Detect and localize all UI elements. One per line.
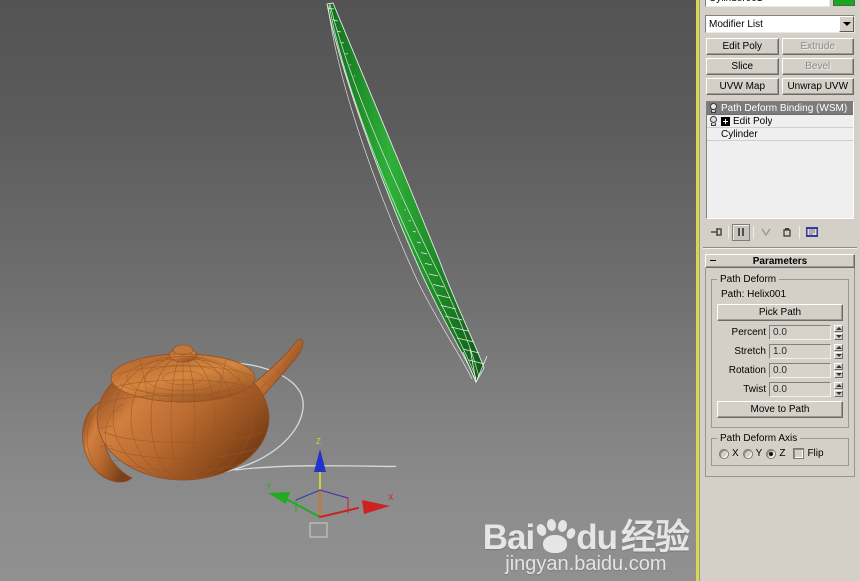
- stack-item-label: Cylinder: [721, 128, 758, 140]
- pick-path-button[interactable]: Pick Path: [717, 304, 843, 321]
- lightbulb-icon[interactable]: [709, 102, 718, 114]
- path-deform-group-label: Path Deform: [720, 274, 777, 285]
- modifier-button-bevel: Bevel: [781, 58, 854, 75]
- stack-item-label: Edit Poly: [733, 115, 773, 127]
- stretch-label: Stretch: [734, 346, 766, 357]
- parameters-rollout-header[interactable]: Parameters: [705, 254, 855, 268]
- rotation-spinner[interactable]: [834, 363, 843, 378]
- rotation-input[interactable]: 0.0: [769, 363, 831, 378]
- axis-radio-z-label: Z: [779, 448, 786, 459]
- modifier-stack-toolbar: [707, 223, 853, 241]
- modifier-button-edit-poly[interactable]: Edit Poly: [706, 38, 779, 55]
- percent-input[interactable]: 0.0: [769, 325, 831, 340]
- stretch-row: Stretch 1.0: [717, 344, 843, 359]
- radio-dot-icon: [742, 448, 753, 459]
- teapot-object: [82, 338, 304, 483]
- flip-label: Flip: [807, 448, 824, 459]
- modifier-list-dropdown[interactable]: Modifier List: [705, 15, 855, 33]
- flip-checkbox[interactable]: Flip: [793, 448, 824, 459]
- stack-item-cylinder[interactable]: Cylinder: [707, 128, 853, 141]
- axis-radio-x-label: X: [732, 448, 739, 459]
- move-to-path-button[interactable]: Move to Path: [717, 401, 843, 418]
- parameters-rollout-title: Parameters: [752, 255, 808, 267]
- axis-radio-x[interactable]: X: [719, 448, 739, 459]
- path-deform-group: Path Deform Path: Helix001 Pick Path Per…: [711, 274, 849, 428]
- lightbulb-icon[interactable]: [709, 115, 718, 127]
- axis-radio-y[interactable]: Y: [742, 448, 763, 459]
- toolbar-separator: [753, 225, 754, 239]
- parameters-rollout: Parameters Path Deform Path: Helix001 Pi…: [705, 254, 855, 477]
- toolbar-separator: [728, 225, 729, 239]
- configure-modifier-sets-icon[interactable]: [803, 224, 821, 241]
- modifier-stack[interactable]: Path Deform Binding (WSM) Edit Poly Cyli…: [706, 101, 854, 219]
- svg-text:Z: Z: [316, 437, 321, 446]
- radio-dot-icon: [719, 448, 729, 459]
- show-end-result-icon[interactable]: [732, 223, 750, 241]
- axis-radio-z[interactable]: Z: [766, 448, 785, 459]
- collapse-minus-icon[interactable]: [710, 260, 716, 261]
- percent-spinner[interactable]: [834, 325, 843, 340]
- viewport-scene: Z Y X: [82, 2, 488, 538]
- deformed-cylinder-object: [326, 2, 488, 384]
- svg-text:Y: Y: [266, 482, 272, 491]
- viewport-perspective[interactable]: Z Y X Bai du 经验 jingyan.baidu.com: [0, 0, 697, 581]
- move-gizmo: Z Y X: [266, 437, 394, 538]
- checkbox-icon: [793, 448, 805, 459]
- modifier-button-extrude: Extrude: [781, 38, 854, 55]
- stretch-input[interactable]: 1.0: [769, 344, 831, 359]
- toolbar-separator: [799, 225, 800, 239]
- path-deform-axis-group-label: Path Deform Axis: [720, 433, 798, 444]
- path-deform-axis-group: Path Deform Axis X Y Z Flip: [711, 433, 849, 466]
- chevron-down-icon[interactable]: [839, 16, 854, 32]
- command-panel: Cylinder001 Modifier List Edit Poly Extr…: [699, 0, 860, 581]
- rotation-label: Rotation: [728, 365, 766, 376]
- percent-row: Percent 0.0: [717, 325, 843, 340]
- expand-plus-icon[interactable]: [721, 116, 730, 126]
- object-name-input[interactable]: Cylinder001: [705, 0, 830, 7]
- remove-modifier-icon[interactable]: [778, 224, 796, 241]
- percent-label: Percent: [731, 327, 766, 338]
- object-color-swatch[interactable]: [833, 0, 855, 6]
- stack-item-label: Path Deform Binding (WSM): [721, 102, 848, 114]
- object-name-row: Cylinder001: [705, 0, 855, 7]
- modifier-list-label: Modifier List: [709, 18, 763, 30]
- active-viewport-border: [696, 0, 699, 581]
- panel-divider: [703, 247, 857, 249]
- rotation-row: Rotation 0.0: [717, 363, 843, 378]
- modifier-list-wrap: Modifier List: [705, 15, 855, 33]
- axis-options-row: X Y Z Flip: [717, 446, 843, 459]
- modifier-button-uvw-map[interactable]: UVW Map: [706, 78, 779, 95]
- stretch-spinner[interactable]: [834, 344, 843, 359]
- twist-row: Twist 0.0: [717, 382, 843, 397]
- twist-spinner[interactable]: [834, 382, 843, 397]
- modifier-button-slice[interactable]: Slice: [706, 58, 779, 75]
- parameters-rollout-body: Path Deform Path: Helix001 Pick Path Per…: [705, 268, 855, 477]
- modifier-button-set: Edit Poly Extrude Slice Bevel UVW Map Un…: [706, 38, 854, 95]
- twist-label: Twist: [743, 384, 766, 395]
- radio-dot-icon: [766, 448, 777, 459]
- stack-item-path-deform-binding[interactable]: Path Deform Binding (WSM): [707, 102, 853, 115]
- svg-text:X: X: [388, 493, 394, 502]
- modifier-button-unwrap-uvw[interactable]: Unwrap UVW: [781, 78, 854, 95]
- twist-input[interactable]: 0.0: [769, 382, 831, 397]
- stack-item-edit-poly[interactable]: Edit Poly: [707, 115, 853, 128]
- make-unique-icon: [757, 224, 775, 241]
- axis-radio-y-label: Y: [755, 448, 763, 459]
- pin-stack-icon[interactable]: [707, 224, 725, 241]
- modifier-stack-wrap: Path Deform Binding (WSM) Edit Poly Cyli…: [706, 101, 854, 219]
- current-path-label: Path: Helix001: [721, 289, 787, 300]
